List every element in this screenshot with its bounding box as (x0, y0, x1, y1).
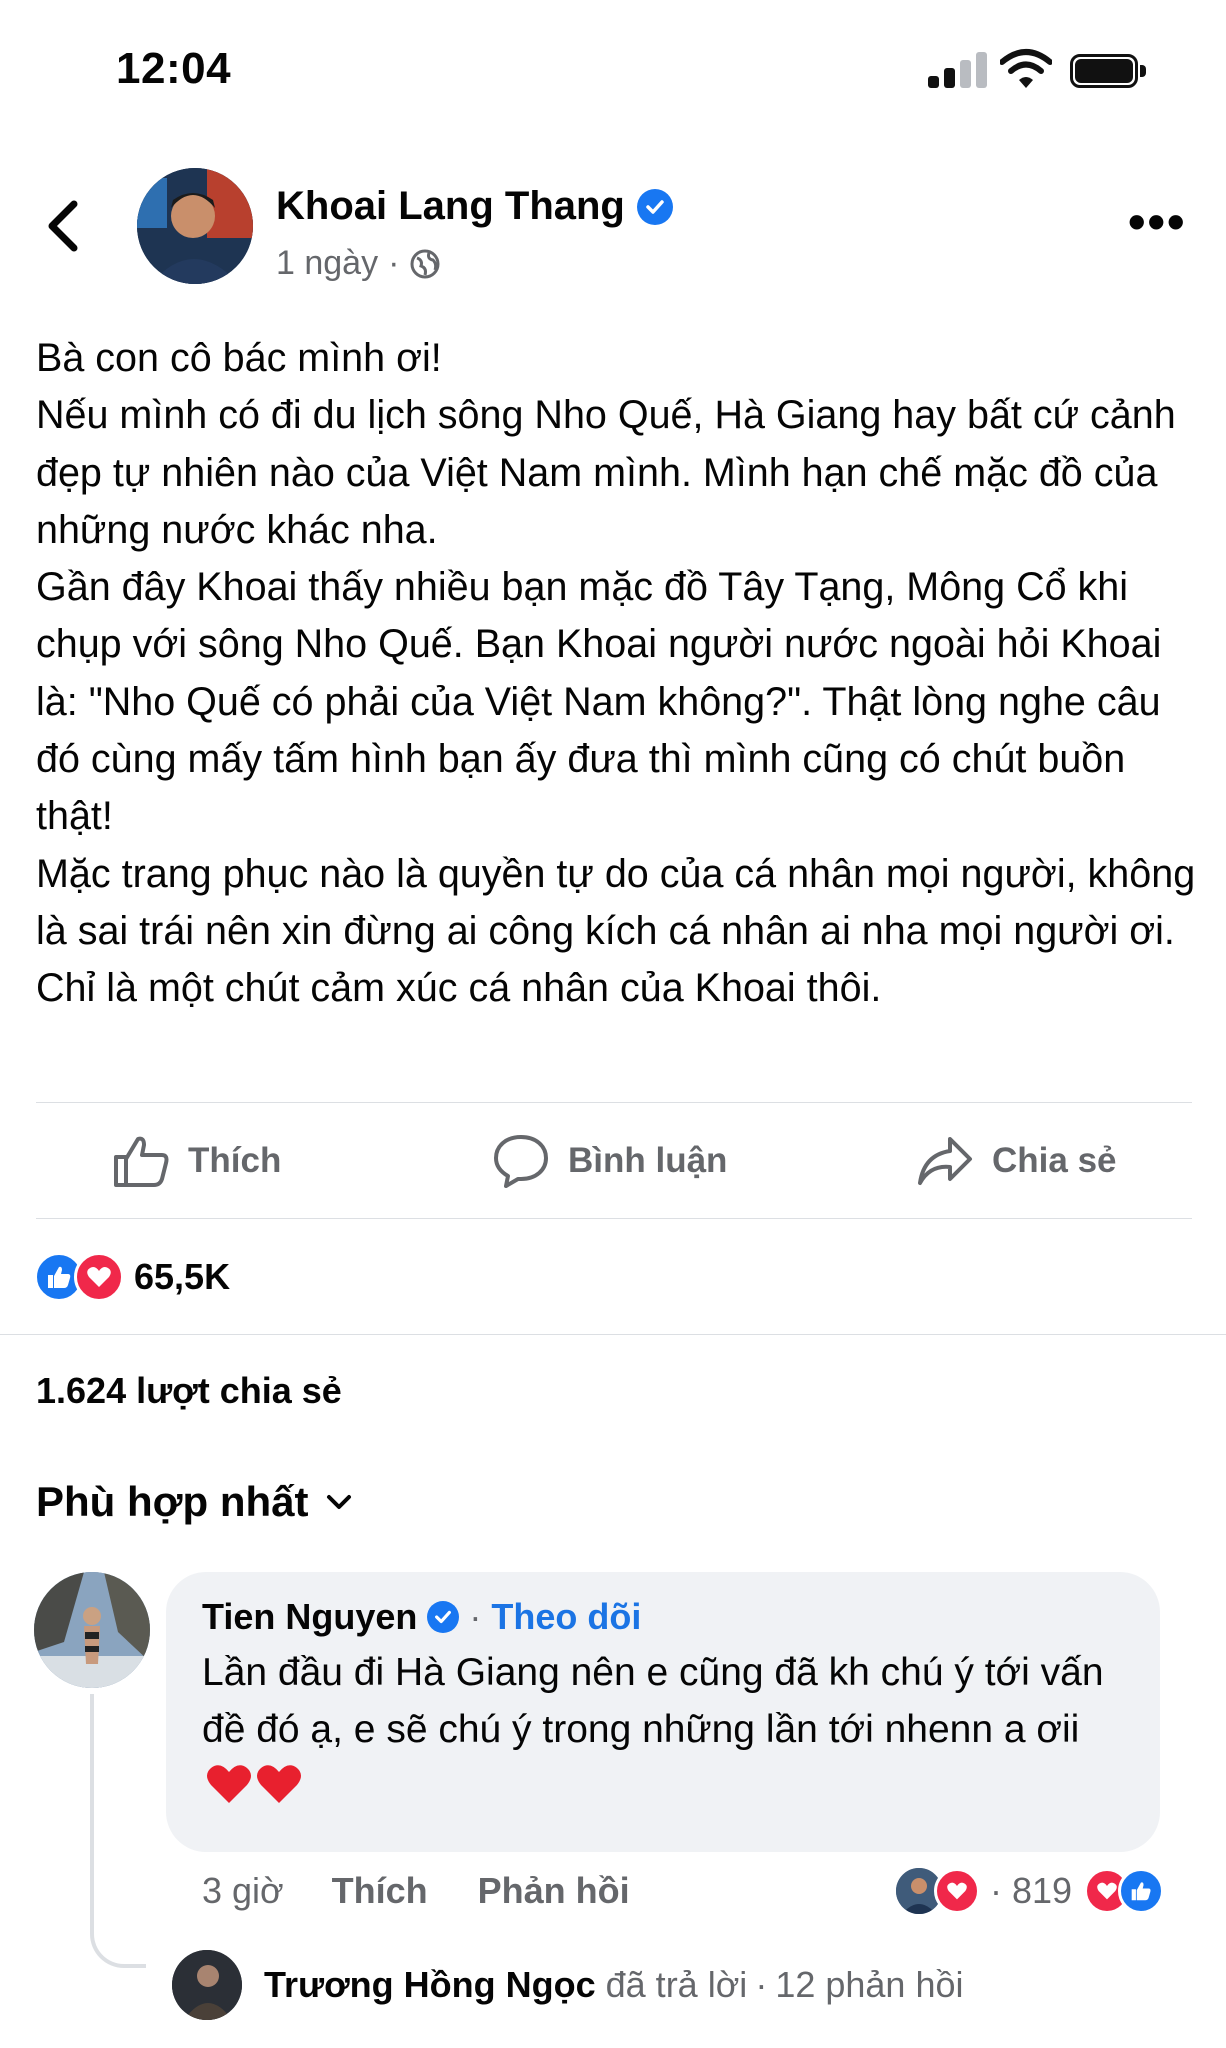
red-heart-emoji-icon (207, 1765, 251, 1803)
divider (36, 1218, 1192, 1219)
red-heart-emoji-icon (257, 1765, 301, 1803)
like-reaction-icon (1118, 1868, 1165, 1914)
view-replies-link[interactable]: Trương Hồng Ngọc đã trả lời · 12 phản hồ… (172, 1950, 964, 2020)
reply-separator: · (755, 1964, 768, 2005)
reaction-count: 65,5K (134, 1256, 231, 1297)
back-arrow-icon[interactable] (44, 198, 84, 254)
post-paragraph: Bà con cô bác mình ơi! (36, 336, 442, 380)
chevron-down-icon (326, 1495, 351, 1509)
comment-button[interactable]: Bình luận (492, 1133, 727, 1189)
love-reaction-icon (74, 1252, 124, 1302)
post-meta: 1 ngày · (276, 244, 441, 283)
reaction-summary[interactable]: 65,5K (34, 1252, 230, 1302)
comment-label: Bình luận (568, 1141, 728, 1180)
like-button[interactable]: Thích (112, 1133, 281, 1189)
reply-thread-line (90, 1694, 146, 1968)
sort-label: Phù hợp nhất (36, 1478, 309, 1525)
meta-separator: · (388, 244, 400, 282)
commenter-name[interactable]: Tien Nguyen (202, 1596, 417, 1638)
share-label: Chia sẻ (992, 1141, 1117, 1180)
author-avatar[interactable] (137, 168, 253, 284)
love-reaction-icon (934, 1868, 980, 1914)
status-time: 12:04 (116, 44, 232, 93)
post-paragraph: Gần đây Khoai thấy nhiều bạn mặc đồ Tây … (36, 565, 1162, 839)
post-action-bar: Thích Bình luận Chia sẻ (36, 1104, 1192, 1218)
share-arrow-icon (918, 1137, 972, 1185)
comment-bubble-icon (494, 1135, 548, 1188)
divider (0, 1334, 1226, 1335)
comment-sort-dropdown[interactable]: Phù hợp nhất (36, 1478, 353, 1526)
reaction-separator: · (990, 1870, 1002, 1911)
post-paragraph: Mặc trang phục nào là quyền tự do của cá… (36, 851, 1196, 1011)
verified-badge-icon (636, 188, 673, 225)
reply-action-text: đã trả lời (605, 1964, 748, 2005)
divider (36, 1102, 1192, 1103)
thumbs-up-icon (114, 1136, 169, 1187)
follow-button[interactable]: Theo dõi (491, 1596, 641, 1638)
header-separator: · (469, 1596, 482, 1637)
comment-bubble: Tien Nguyen · Theo dõi Lần đầu đi Hà Gia… (166, 1572, 1160, 1852)
comment-text-block: Lần đầu đi Hà Giang nên e cũng đã kh chú… (202, 1644, 1124, 1815)
comment-text: Lần đầu đi Hà Giang nên e cũng đã kh chú… (202, 1651, 1104, 1751)
verified-badge-icon (427, 1601, 460, 1633)
like-label: Thích (188, 1141, 282, 1180)
reply-count: 12 phản hồi (775, 1964, 964, 2005)
battery-icon (1070, 54, 1148, 88)
cellular-signal-icon (928, 52, 988, 88)
comment-reply-button[interactable]: Phản hồi (478, 1870, 630, 1912)
comment-actions: 3 giờ Thích Phản hồi (202, 1870, 680, 1912)
comment-time[interactable]: 3 giờ (202, 1870, 284, 1912)
comment-header: Tien Nguyen · Theo dõi (202, 1596, 1124, 1638)
post-body: Bà con cô bác mình ơi! Nếu mình có đi du… (36, 330, 1196, 1018)
comment-reaction-summary[interactable]: · 819 (894, 1866, 1165, 1916)
post-time[interactable]: 1 ngày (276, 244, 378, 283)
comment-reaction-count: 819 (1012, 1870, 1073, 1911)
globe-icon (410, 249, 440, 278)
replier-avatar (172, 1950, 242, 2020)
more-options-icon[interactable]: ••• (1128, 197, 1187, 247)
post-paragraph: Nếu mình có đi du lịch sông Nho Quế, Hà … (36, 393, 1176, 552)
wifi-icon (1000, 49, 1052, 88)
share-button[interactable]: Chia sẻ (916, 1133, 1117, 1189)
comment-like-button[interactable]: Thích (332, 1870, 428, 1912)
author-name-row[interactable]: Khoai Lang Thang (276, 184, 673, 229)
replier-name: Trương Hồng Ngọc (264, 1964, 596, 2005)
commenter-avatar[interactable] (34, 1572, 150, 1688)
share-count[interactable]: 1.624 lượt chia sẻ (36, 1370, 342, 1412)
author-name[interactable]: Khoai Lang Thang (276, 184, 625, 229)
